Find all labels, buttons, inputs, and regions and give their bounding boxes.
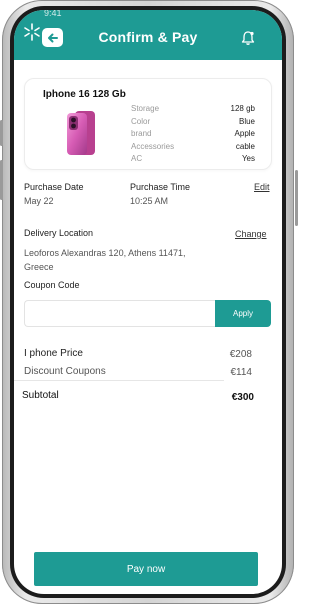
spec-value: Apple — [234, 129, 255, 138]
side-button-left-2 — [0, 160, 3, 200]
coupon-code-label: Coupon Code — [24, 280, 80, 290]
subtotal-value: €300 — [231, 392, 254, 403]
spec-label: Accessories — [131, 141, 175, 151]
spec-label: AC — [131, 154, 143, 163]
product-card: Iphone 16 128 Gb Storage Color brand Acc… — [24, 78, 272, 170]
spec-label: brand — [131, 129, 152, 138]
spec-label: Storage — [131, 104, 160, 113]
discount-label: Discount Coupons — [24, 366, 106, 377]
delivery-location-label: Delivery Location — [24, 228, 94, 238]
pay-now-button[interactable]: Pay now — [34, 552, 258, 586]
delivery-address-line1: Leoforos Alexandras 120, Athens 11471, — [24, 248, 186, 258]
product-name: Iphone 16 128 Gb — [43, 89, 126, 100]
spec-value: Blue — [238, 116, 255, 126]
spec-label: Color — [131, 116, 151, 126]
spec-value: Yes — [241, 154, 255, 163]
spec-value: 128 gb — [230, 104, 255, 113]
top-bar: 9:41 Confirm & Pay — [14, 10, 282, 60]
delivery-address-line2: Greece — [24, 262, 54, 272]
side-button-right — [295, 170, 298, 226]
spec-values: 128 gb Blue Apple cable Yes — [231, 103, 255, 166]
status-time: 9:41 — [44, 10, 62, 18]
purchase-date-value: May 22 — [24, 196, 54, 206]
discount-value: €114 — [230, 367, 252, 378]
edit-link[interactable]: Edit — [254, 182, 270, 192]
price-value: €208 — [229, 349, 252, 360]
change-link[interactable]: Change — [235, 229, 267, 239]
app-screen: 9:41 Confirm & Pay Iphone 16 128 Gb Stor… — [14, 10, 282, 594]
coupon-input[interactable] — [24, 300, 218, 327]
spec-value: cable — [235, 141, 255, 151]
purchase-time-label: Purchase Time — [130, 182, 191, 192]
subtotal-label: Subtotal — [22, 390, 59, 401]
side-button-left — [0, 120, 3, 146]
purchase-time-value: 10:25 AM — [130, 196, 169, 206]
summary-divider — [14, 380, 224, 381]
bell-icon[interactable] — [240, 30, 256, 46]
apply-button[interactable]: Apply — [215, 300, 271, 327]
spec-labels: Storage Color brand Accessories AC — [131, 103, 174, 166]
purchase-date-label: Purchase Date — [24, 182, 84, 192]
iphone-image — [67, 111, 95, 155]
price-label: I phone Price — [24, 348, 83, 359]
